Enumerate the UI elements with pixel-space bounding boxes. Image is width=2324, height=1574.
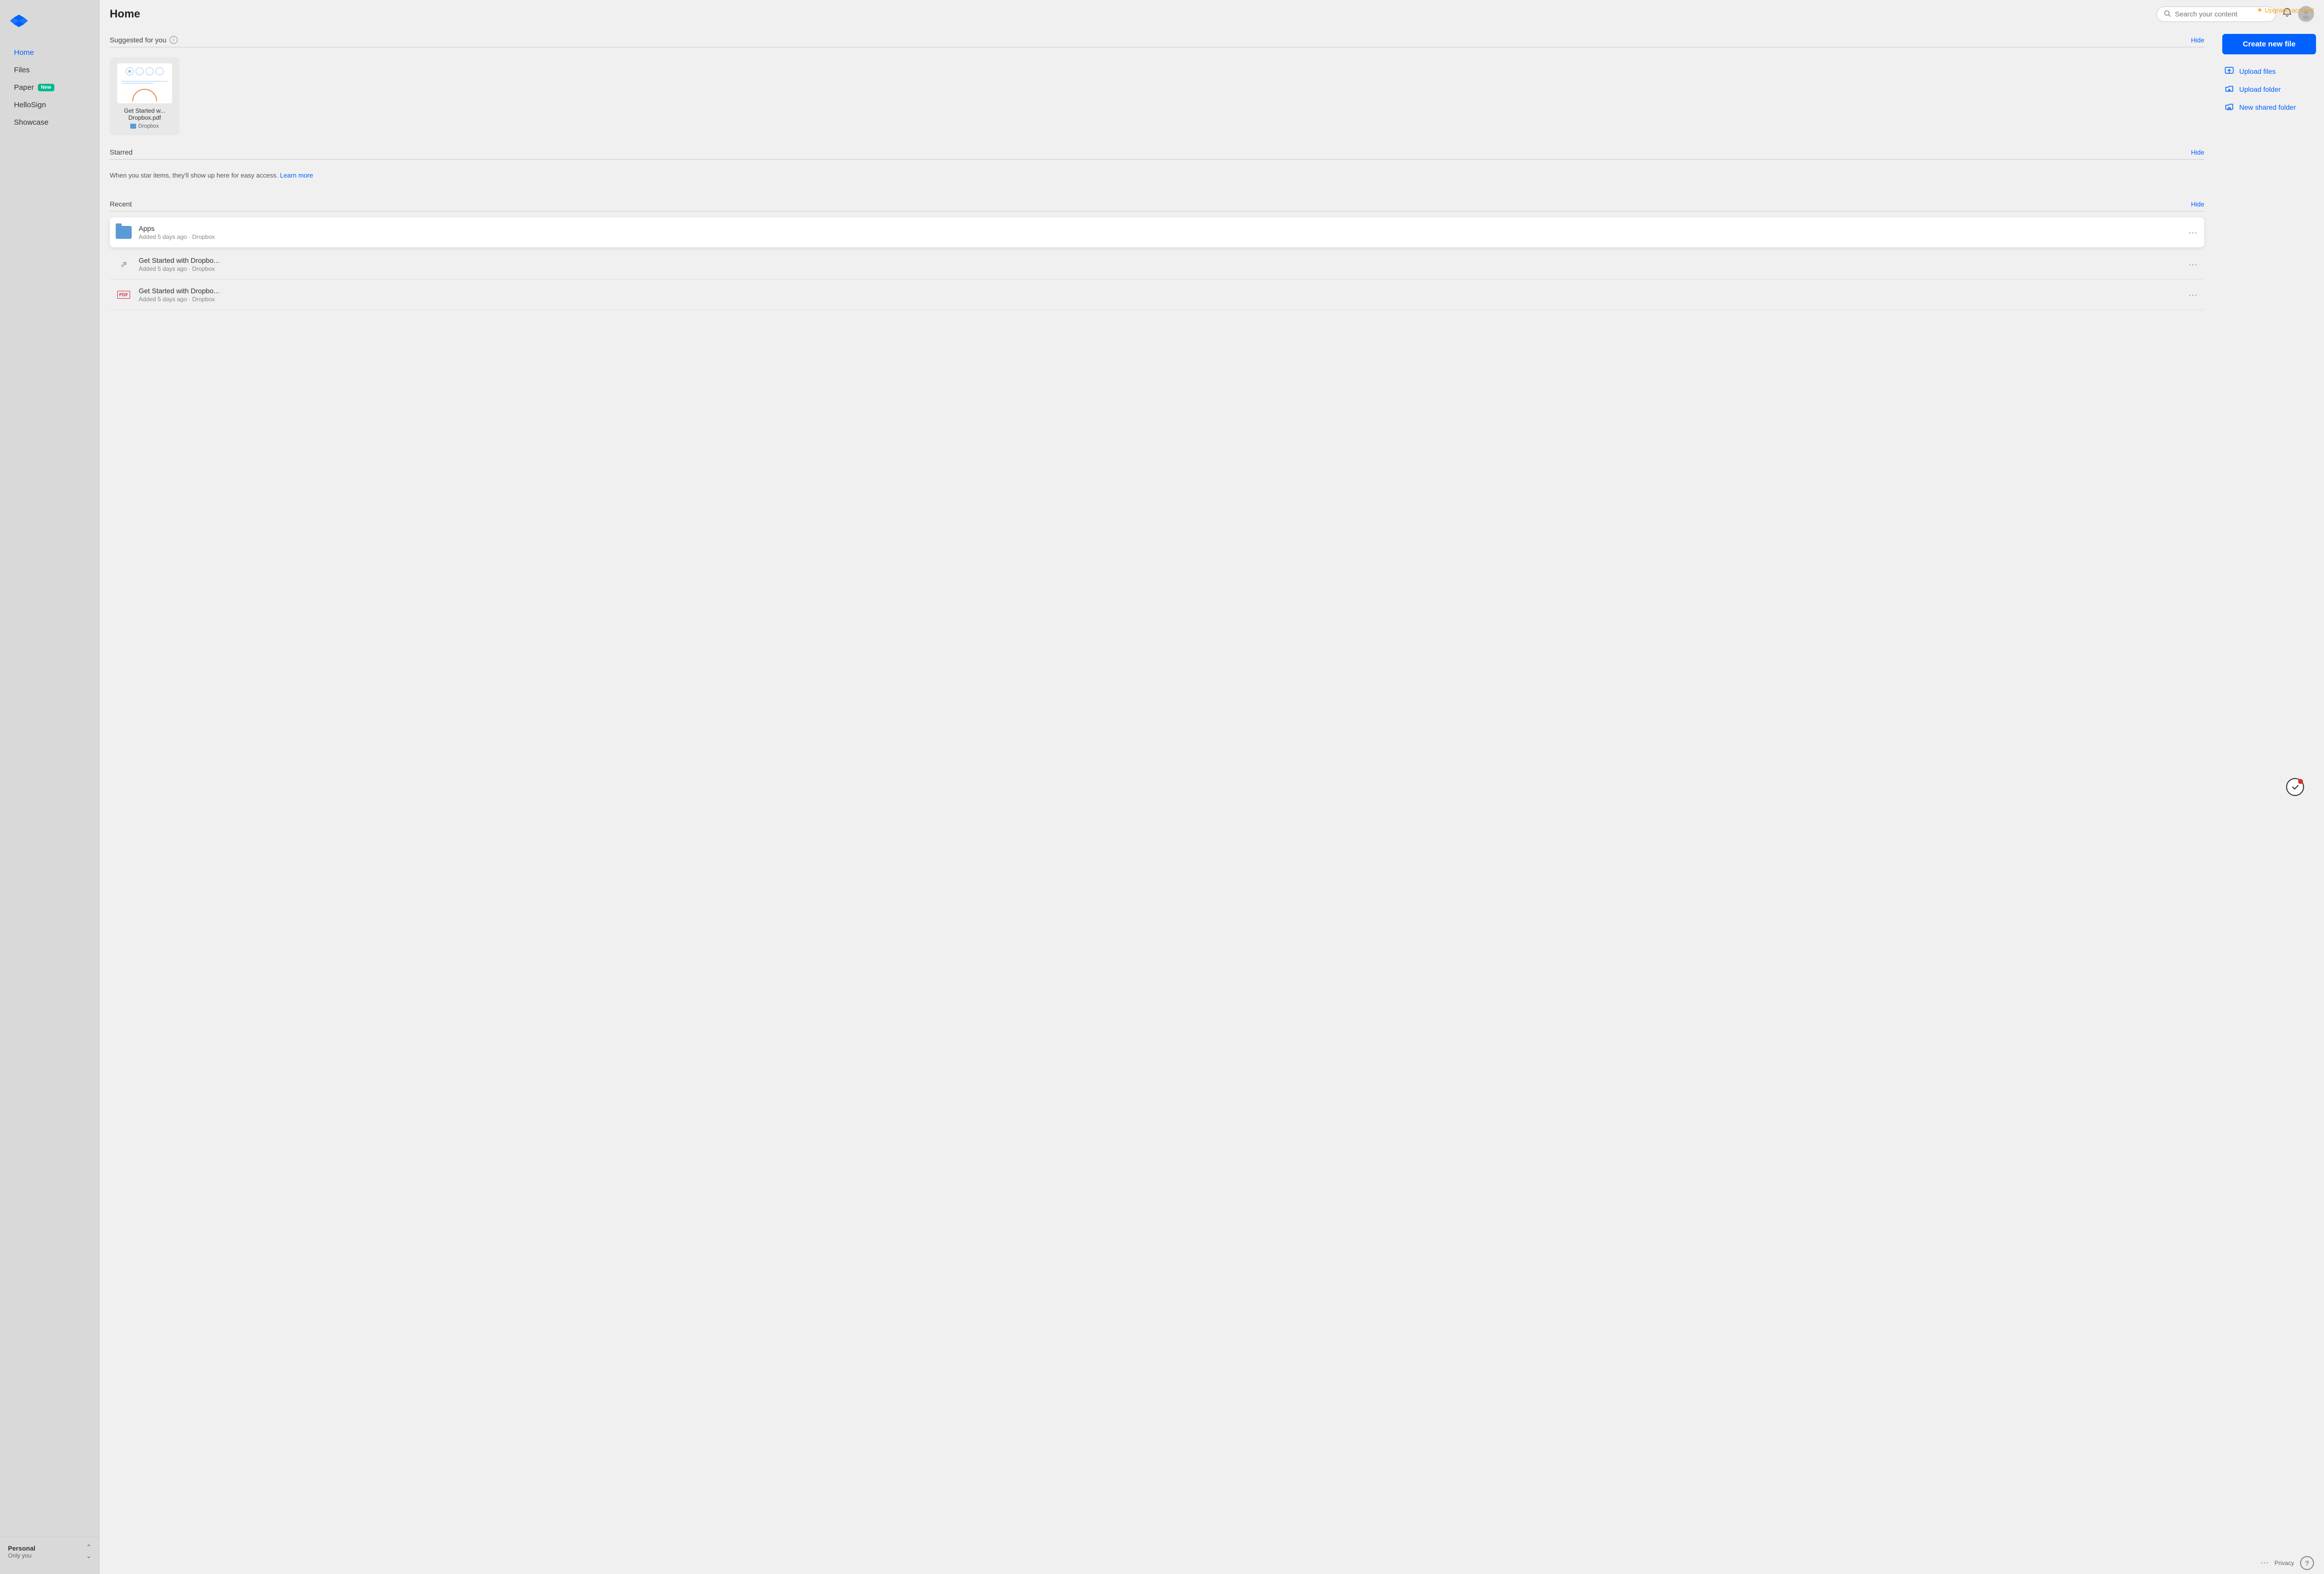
sidebar-item-hellosign[interactable]: HelloSign — [4, 97, 96, 113]
pdf-meta: Added 5 days ago · Dropbox — [139, 296, 2186, 303]
recent-title: Recent — [110, 200, 132, 208]
starred-empty-message: When you star items, they'll show up her… — [110, 166, 2204, 185]
pdf-more-btn[interactable]: ··· — [2186, 288, 2199, 302]
sidebar-item-home[interactable]: Home — [4, 44, 96, 61]
suggested-title: Suggested for you i — [110, 36, 178, 44]
bottom-more-btn[interactable]: ··· — [2261, 1559, 2269, 1568]
new-shared-folder-label: New shared folder — [2239, 103, 2296, 111]
help-button[interactable]: ? — [2300, 1556, 2314, 1570]
sidebar-item-files[interactable]: Files — [4, 62, 96, 78]
topbar-left: Home — [110, 7, 140, 20]
apps-name: Apps — [139, 224, 2186, 232]
privacy-link[interactable]: Privacy — [2275, 1560, 2294, 1567]
shortcut-icon: ⇗ — [115, 255, 133, 273]
content-area: Suggested for you i Hide — [100, 28, 2324, 1552]
link-icon: ⇗ — [120, 259, 127, 270]
pdf-icon-wrap: PDF — [115, 286, 133, 304]
folder-icon — [130, 124, 136, 129]
file-thumbnail — [117, 63, 172, 103]
star-icon: ★ — [2257, 6, 2263, 14]
suggested-file-name: Get Started w... Dropbox.pdf — [116, 107, 174, 121]
recent-item-apps[interactable]: Apps Added 5 days ago · Dropbox ··· — [110, 217, 2204, 247]
starred-learn-more-link[interactable]: Learn more — [280, 172, 313, 179]
sidebar-item-showcase[interactable]: Showcase — [4, 114, 96, 131]
sidebar-item-paper[interactable]: Paper New — [4, 79, 96, 96]
upload-files-label: Upload files — [2239, 67, 2276, 75]
upload-folder-icon — [2224, 84, 2234, 94]
shortcut-info: Get Started with Dropbo... Added 5 days … — [139, 256, 2186, 272]
notification-dot — [2298, 779, 2303, 784]
content-main: Suggested for you i Hide — [100, 28, 2214, 1552]
account-footer: Personal Only you ⌃⌄ — [0, 1537, 100, 1566]
search-input[interactable] — [2175, 10, 2269, 18]
suggested-file-card[interactable]: Get Started w... Dropbox.pdf Dropbox — [110, 57, 180, 135]
new-shared-folder-icon — [2224, 102, 2234, 112]
bottom-bar: ··· Privacy ? — [100, 1552, 2324, 1574]
dropbox-logo[interactable] — [0, 8, 100, 43]
shortcut-name: Get Started with Dropbo... — [139, 256, 2186, 264]
suggested-info-icon[interactable]: i — [170, 36, 178, 44]
sidebar-navigation: Home Files Paper New HelloSign Showcase — [0, 43, 100, 1537]
new-shared-folder-action[interactable]: New shared folder — [2222, 98, 2316, 116]
recent-item-pdf[interactable]: PDF Get Started with Dropbo... Added 5 d… — [110, 280, 2204, 310]
pdf-info: Get Started with Dropbo... Added 5 days … — [139, 287, 2186, 303]
apps-meta: Added 5 days ago · Dropbox — [139, 233, 2186, 240]
folder-icon — [116, 226, 132, 239]
apps-info: Apps Added 5 days ago · Dropbox — [139, 224, 2186, 240]
account-type: Personal — [8, 1545, 35, 1552]
upload-folder-label: Upload folder — [2239, 85, 2281, 93]
apps-more-btn[interactable]: ··· — [2186, 225, 2199, 240]
main-content: Home — [100, 0, 2324, 1574]
starred-section-header: Starred Hide — [110, 145, 2204, 160]
task-complete-btn[interactable] — [2286, 778, 2304, 796]
sidebar: Home Files Paper New HelloSign Showcase … — [0, 0, 100, 1574]
suggested-hide-btn[interactable]: Hide — [2191, 36, 2204, 44]
apps-folder-icon — [115, 223, 133, 241]
right-sidebar: Create new file Upload files Upload fold… — [2214, 28, 2324, 1552]
upload-folder-action[interactable]: Upload folder — [2222, 80, 2316, 98]
search-icon — [2164, 10, 2171, 18]
starred-title: Starred — [110, 148, 133, 156]
starred-hide-btn[interactable]: Hide — [2191, 149, 2204, 156]
account-subtitle: Only you — [8, 1552, 35, 1559]
upload-files-icon — [2224, 66, 2234, 76]
recent-section-header: Recent Hide — [110, 197, 2204, 211]
shortcut-more-btn[interactable]: ··· — [2186, 257, 2199, 272]
suggested-section-header: Suggested for you i Hide — [110, 33, 2204, 47]
pdf-name: Get Started with Dropbo... — [139, 287, 2186, 295]
page-title: Home — [110, 7, 140, 20]
recent-item-shortcut[interactable]: ⇗ Get Started with Dropbo... Added 5 day… — [110, 249, 2204, 280]
account-chevron[interactable]: ⌃⌄ — [86, 1543, 92, 1560]
upgrade-link[interactable]: ★ Upgrade account — [2257, 6, 2314, 14]
topbar: Home — [100, 0, 2324, 28]
paper-new-badge: New — [38, 84, 54, 91]
shortcut-meta: Added 5 days ago · Dropbox — [139, 265, 2186, 272]
recent-list: Apps Added 5 days ago · Dropbox ··· ⇗ Ge… — [110, 217, 2204, 310]
pdf-badge: PDF — [117, 291, 130, 299]
suggested-file-folder: Dropbox — [130, 123, 159, 129]
upload-files-action[interactable]: Upload files — [2222, 62, 2316, 80]
recent-hide-btn[interactable]: Hide — [2191, 200, 2204, 208]
create-new-file-btn[interactable]: Create new file — [2222, 34, 2316, 54]
